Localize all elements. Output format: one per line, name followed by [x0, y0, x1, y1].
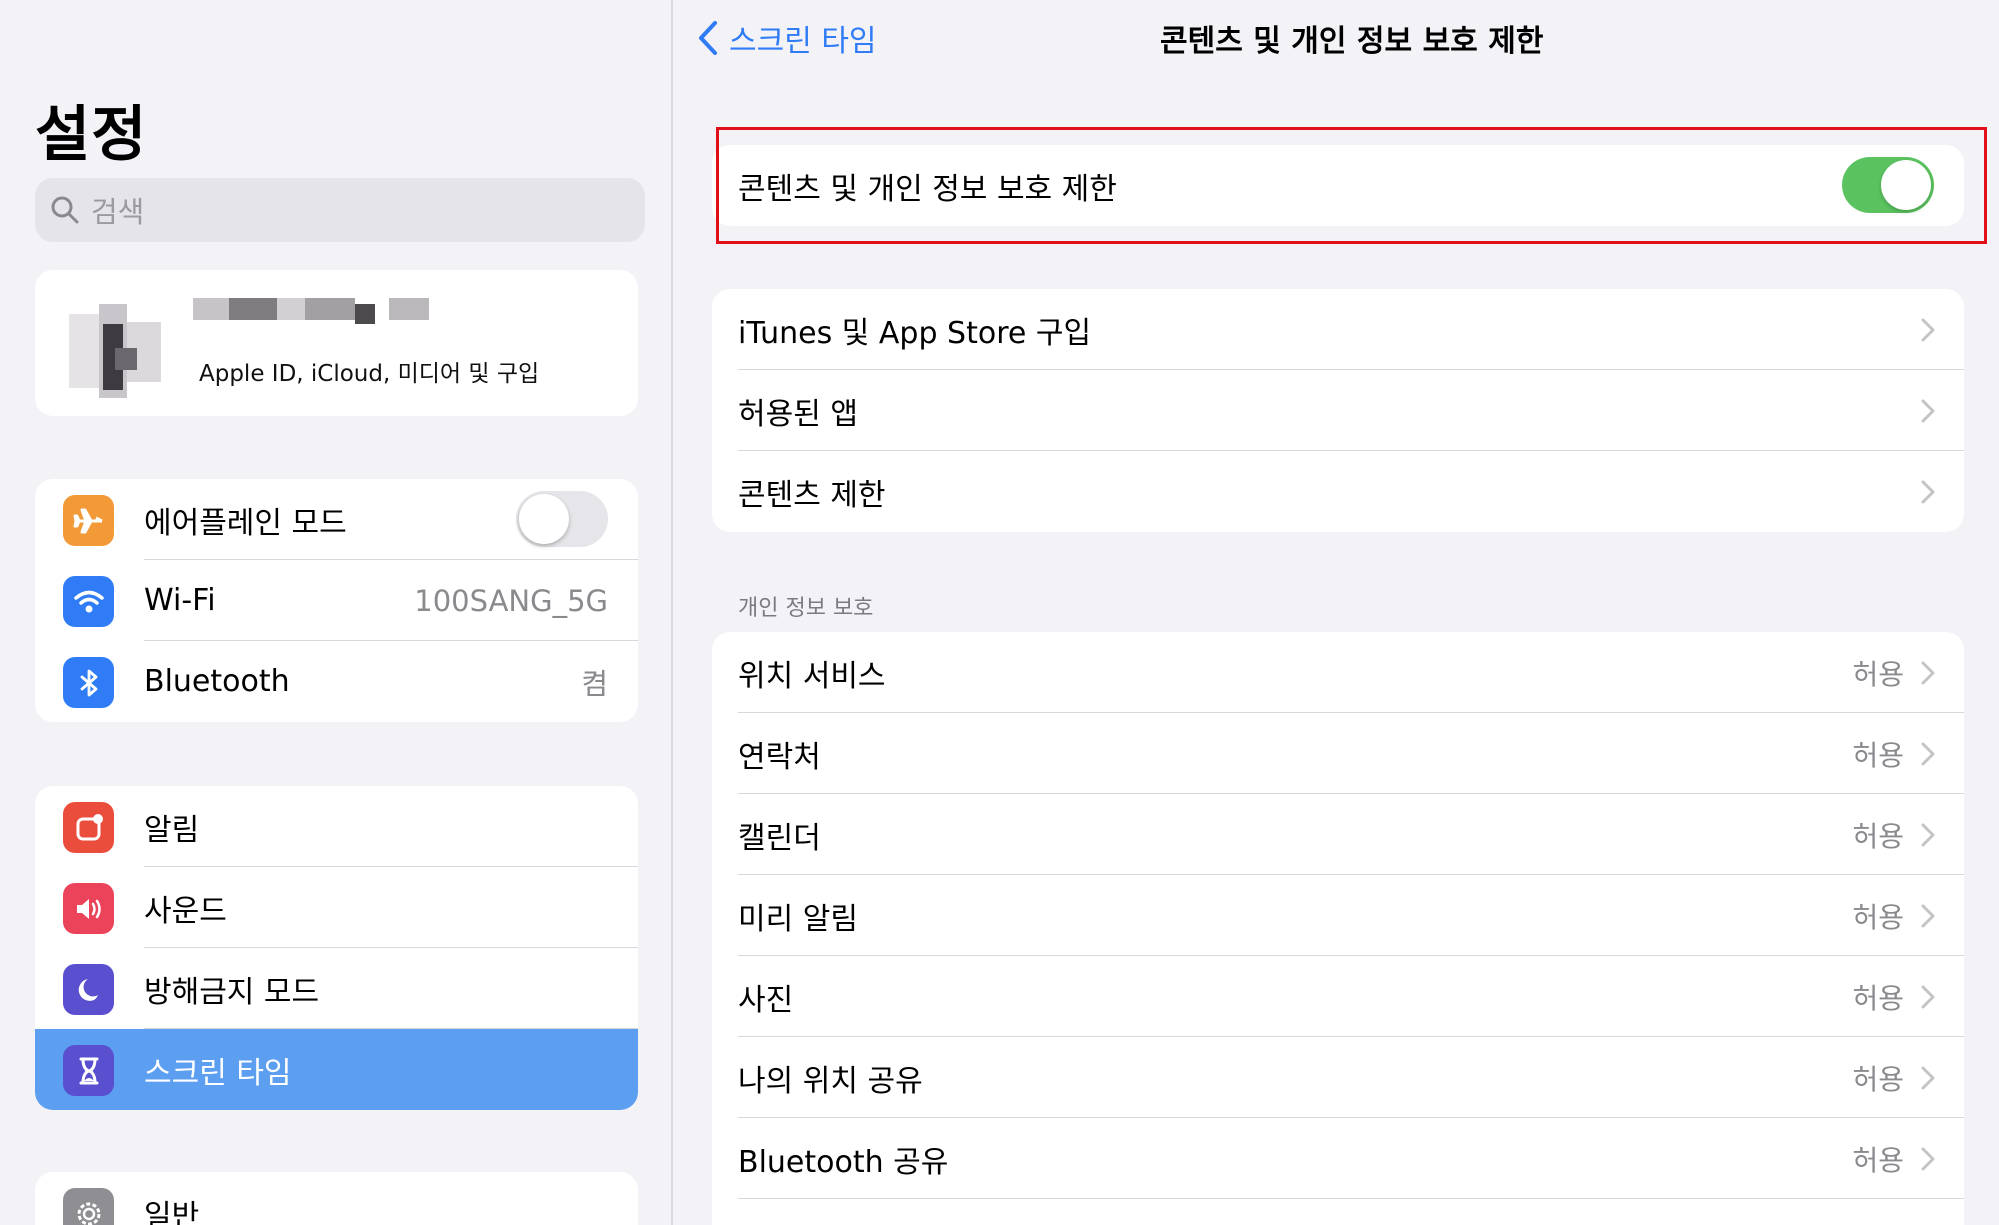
- privacy-section-header: 개인 정보 보호: [738, 596, 874, 621]
- chevron-right-icon: [1921, 904, 1935, 928]
- chevron-left-icon: [699, 21, 717, 55]
- profile-subtitle: Apple ID, iCloud, 미디어 및 구입: [199, 361, 540, 387]
- row-label: 콘텐츠 제한: [738, 477, 886, 513]
- notifications-icon: [63, 802, 114, 853]
- wifi-icon: [63, 576, 114, 627]
- chevron-right-icon: [1921, 823, 1935, 847]
- row-label: 사진: [738, 982, 794, 1018]
- sidebar-item-general[interactable]: 일반: [35, 1172, 638, 1225]
- wifi-network-name: 100SANG_5G: [414, 583, 608, 618]
- reminders-row[interactable]: 미리 알림 허용: [712, 875, 1964, 956]
- location-services-row[interactable]: 위치 서비스 허용: [712, 632, 1964, 713]
- row-value: 허용: [1852, 738, 1904, 772]
- row-value: 허용: [1852, 1143, 1904, 1177]
- bluetooth-status: 켬: [581, 666, 608, 701]
- search-icon: [51, 196, 79, 224]
- sidebar-item-notifications[interactable]: 알림: [35, 786, 638, 867]
- photos-row[interactable]: 사진 허용: [712, 956, 1964, 1037]
- hourglass-icon: [63, 1045, 114, 1096]
- search-field[interactable]: 검색: [35, 178, 645, 242]
- row-label: iTunes 및 App Store 구입: [738, 315, 1092, 351]
- allowed-apps-row[interactable]: 허용된 앱: [712, 370, 1964, 451]
- contacts-row[interactable]: 연락처 허용: [712, 713, 1964, 794]
- sidebar-item-label: 사운드: [144, 893, 227, 929]
- sound-icon: [63, 883, 114, 934]
- row-label: 연락처: [738, 739, 821, 775]
- row-value: 허용: [1852, 900, 1904, 934]
- row-value: 허용: [1852, 1062, 1904, 1096]
- sidebar: 설정 검색 Apple ID, iCloud, 미디어 및 구입 에어플레인 모…: [0, 0, 673, 1225]
- row-label: 캘린더: [738, 820, 821, 856]
- chevron-right-icon: [1921, 1066, 1935, 1090]
- page-title: 콘텐츠 및 개인 정보 보호 제한: [1160, 24, 1544, 59]
- general-group: 일반: [35, 1172, 638, 1225]
- chevron-right-icon: [1921, 661, 1935, 685]
- avatar: [59, 304, 169, 398]
- row-label: 나의 위치 공유: [738, 1063, 923, 1099]
- row-value: 허용: [1852, 981, 1904, 1015]
- sidebar-item-wifi[interactable]: Wi-Fi 100SANG_5G: [35, 560, 638, 641]
- chevron-right-icon: [1921, 480, 1935, 504]
- calendars-row[interactable]: 캘린더 허용: [712, 794, 1964, 875]
- sidebar-item-label: 알림: [144, 812, 200, 848]
- notifications-group: 알림 사운드 방해금지 모드 스크린 타임: [35, 786, 638, 1110]
- row-label: Bluetooth 공유: [738, 1144, 949, 1180]
- back-button-label: 스크린 타임: [729, 24, 877, 59]
- sidebar-item-airplane-mode[interactable]: 에어플레인 모드: [35, 479, 638, 560]
- sidebar-item-label: 에어플레인 모드: [144, 505, 347, 541]
- search-placeholder: 검색: [91, 195, 145, 229]
- row-label: 미리 알림: [738, 901, 858, 937]
- content-restrictions-row[interactable]: 콘텐츠 제한: [712, 451, 1964, 532]
- sidebar-item-screen-time[interactable]: 스크린 타임: [35, 1029, 638, 1110]
- sidebar-title: 설정: [35, 100, 148, 170]
- airplane-icon: [63, 495, 114, 546]
- sidebar-item-do-not-disturb[interactable]: 방해금지 모드: [35, 948, 638, 1029]
- store-group: iTunes 및 App Store 구입 허용된 앱 콘텐츠 제한: [712, 289, 1964, 532]
- sidebar-item-sound[interactable]: 사운드: [35, 867, 638, 948]
- back-button[interactable]: 스크린 타임: [695, 16, 877, 60]
- chevron-right-icon: [1921, 318, 1935, 342]
- moon-icon: [63, 964, 114, 1015]
- row-label: 허용된 앱: [738, 396, 858, 432]
- sidebar-item-label: 일반: [144, 1198, 200, 1225]
- sidebar-item-label: 방해금지 모드: [144, 974, 320, 1010]
- itunes-app-store-purchases-row[interactable]: iTunes 및 App Store 구입: [712, 289, 1964, 370]
- chevron-right-icon: [1921, 985, 1935, 1009]
- bluetooth-icon: [63, 657, 114, 708]
- row-value: 허용: [1852, 657, 1904, 691]
- sidebar-item-bluetooth[interactable]: Bluetooth 켬: [35, 641, 638, 722]
- chevron-right-icon: [1921, 742, 1935, 766]
- sidebar-item-label: Wi-Fi: [144, 583, 216, 618]
- row-value: 허용: [1852, 819, 1904, 853]
- sidebar-item-label: Bluetooth: [144, 664, 290, 699]
- share-my-location-row[interactable]: 나의 위치 공유 허용: [712, 1037, 1964, 1118]
- bluetooth-sharing-row[interactable]: Bluetooth 공유 허용: [712, 1118, 1964, 1199]
- chevron-right-icon: [1921, 1147, 1935, 1171]
- highlight-box: [716, 127, 1987, 244]
- airplane-mode-toggle[interactable]: [516, 491, 608, 547]
- apple-id-profile[interactable]: Apple ID, iCloud, 미디어 및 구입: [35, 270, 638, 416]
- row-label: 위치 서비스: [738, 658, 886, 694]
- profile-name-blurred: [193, 290, 453, 330]
- sidebar-item-label: 스크린 타임: [144, 1055, 292, 1091]
- privacy-group: 위치 서비스 허용 연락처 허용 캘린더 허용 미리 알림 허용 사진 허용 나…: [712, 632, 1964, 1225]
- connectivity-group: 에어플레인 모드 Wi-Fi 100SANG_5G Bluetooth 켬: [35, 479, 638, 722]
- gear-icon: [63, 1188, 114, 1225]
- chevron-right-icon: [1921, 399, 1935, 423]
